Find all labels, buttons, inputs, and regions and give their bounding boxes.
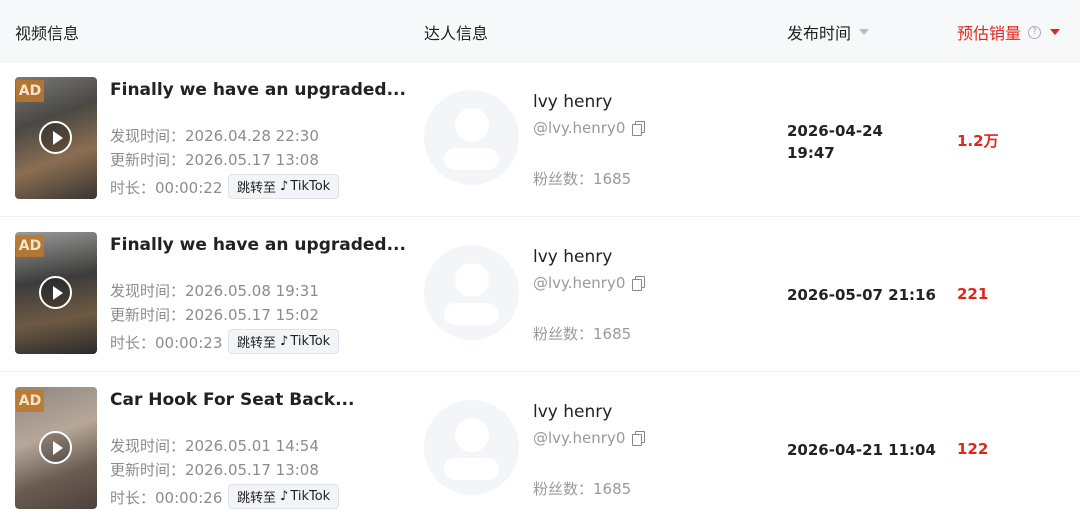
found-time: 发现时间：2026.04.28 22:30 — [110, 127, 319, 145]
estimated-sales: 1.2万 — [957, 132, 999, 150]
avatar[interactable] — [424, 245, 519, 340]
help-icon[interactable]: ? — [1028, 25, 1042, 39]
copy-icon[interactable] — [632, 276, 646, 291]
goto-tiktok-prefix: 跳转至 — [237, 491, 277, 506]
publish-time: 2026-05-07 21:16 — [787, 286, 936, 304]
creator-handle-text: @lvy.henry0 — [533, 429, 626, 447]
video-thumbnail[interactable]: AD — [15, 387, 97, 509]
updated-time: 更新时间：2026.05.17 13:08 — [110, 151, 319, 169]
tiktok-icon: ♪ — [280, 489, 289, 504]
found-time: 发现时间：2026.05.08 19:31 — [110, 282, 319, 300]
avatar[interactable] — [424, 90, 519, 185]
goto-tiktok-prefix: 跳转至 — [237, 181, 277, 196]
creator-name[interactable]: lvy henry — [533, 247, 612, 267]
table-row: AD Finally we have an upgraded... 发现时间：2… — [0, 217, 1080, 372]
column-header-publish-time-label[interactable]: 发布时间 — [787, 20, 851, 44]
tiktok-icon: ♪ — [280, 179, 289, 194]
sort-caret-down-icon[interactable] — [1050, 29, 1061, 35]
estimated-sales: 122 — [957, 440, 989, 458]
sort-caret-down-icon[interactable] — [859, 29, 870, 35]
column-header-creator-info: 达人信息 — [424, 20, 488, 44]
table-header: 视频信息 达人信息 发布时间 预估销量 ? — [0, 0, 1080, 62]
video-thumbnail[interactable]: AD — [15, 77, 97, 199]
column-header-est-sales[interactable]: 预估销量 ? — [957, 20, 1061, 44]
fans-count: 粉丝数：1685 — [533, 325, 632, 343]
video-thumbnail[interactable]: AD — [15, 232, 97, 354]
fans-count: 粉丝数：1685 — [533, 170, 632, 188]
column-header-publish-time[interactable]: 发布时间 — [787, 20, 870, 44]
creator-handle: @lvy.henry0 — [533, 429, 646, 447]
copy-icon[interactable] — [632, 121, 646, 136]
found-time: 发现时间：2026.05.01 14:54 — [110, 437, 319, 455]
column-header-creator-info-label: 达人信息 — [424, 24, 489, 43]
publish-time: 2026-04-21 11:04 — [787, 441, 936, 459]
video-title[interactable]: Finally we have an upgraded... — [110, 235, 406, 255]
column-header-video-info: 视频信息 — [15, 20, 79, 44]
creator-handle: @lvy.henry0 — [533, 119, 646, 137]
creator-name[interactable]: lvy henry — [533, 402, 612, 422]
fans-count: 粉丝数：1685 — [533, 480, 632, 498]
column-header-est-sales-label[interactable]: 预估销量 — [957, 20, 1021, 44]
duration: 时长：00:00:23 — [110, 334, 223, 352]
copy-icon[interactable] — [632, 431, 646, 446]
goto-tiktok-button[interactable]: 跳转至 ♪ TikTok — [228, 484, 340, 509]
video-title[interactable]: Finally we have an upgraded... — [110, 80, 406, 100]
column-header-video-info-label: 视频信息 — [15, 24, 80, 43]
estimated-sales: 221 — [957, 285, 989, 303]
play-icon[interactable] — [39, 431, 72, 464]
duration: 时长：00:00:22 — [110, 179, 223, 197]
play-icon[interactable] — [39, 121, 72, 154]
goto-tiktok-label: TikTok — [290, 334, 331, 349]
table-row: AD Car Hook For Seat Back... 发现时间：2026.0… — [0, 372, 1080, 523]
table-row: AD Finally we have an upgraded... 发现时间：2… — [0, 62, 1080, 217]
updated-time: 更新时间：2026.05.17 13:08 — [110, 461, 319, 479]
goto-tiktok-label: TikTok — [290, 179, 331, 194]
creator-handle-text: @lvy.henry0 — [533, 119, 626, 137]
updated-time: 更新时间：2026.05.17 15:02 — [110, 306, 319, 324]
ad-badge: AD — [16, 80, 44, 102]
duration: 时长：00:00:26 — [110, 489, 223, 507]
ad-badge: AD — [16, 235, 44, 257]
creator-name[interactable]: lvy henry — [533, 92, 612, 112]
tiktok-icon: ♪ — [280, 334, 289, 349]
goto-tiktok-prefix: 跳转至 — [237, 336, 277, 351]
goto-tiktok-button[interactable]: 跳转至 ♪ TikTok — [228, 329, 340, 354]
ad-badge: AD — [16, 390, 44, 412]
goto-tiktok-button[interactable]: 跳转至 ♪ TikTok — [228, 174, 340, 199]
publish-time: 2026-04-24 19:47 — [787, 122, 883, 162]
creator-handle-text: @lvy.henry0 — [533, 274, 626, 292]
goto-tiktok-label: TikTok — [290, 489, 331, 504]
avatar[interactable] — [424, 400, 519, 495]
play-icon[interactable] — [39, 276, 72, 309]
video-title[interactable]: Car Hook For Seat Back... — [110, 390, 354, 410]
creator-handle: @lvy.henry0 — [533, 274, 646, 292]
